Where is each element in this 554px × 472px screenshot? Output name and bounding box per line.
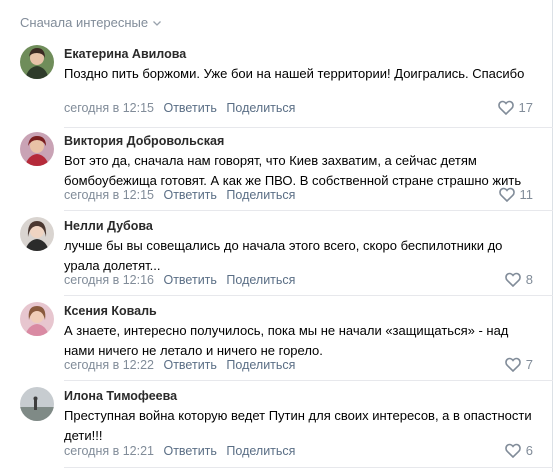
reply-button[interactable]: Ответить	[163, 188, 216, 202]
comment-meta: сегодня в 12:15 Ответить Поделиться	[64, 101, 295, 115]
sort-dropdown[interactable]: Сначала интересные	[20, 15, 162, 30]
woman-portrait-light-icon	[20, 217, 54, 251]
comment-meta: сегодня в 12:22 Ответить Поделиться	[64, 358, 295, 372]
share-button[interactable]: Поделиться	[226, 188, 295, 202]
separator	[64, 467, 553, 468]
comment-text: А знаете, интересно получилось, пока мы …	[64, 323, 509, 358]
avatar[interactable]	[20, 302, 54, 336]
comment-item: Илона Тимофеева Преступная война которую…	[0, 387, 553, 472]
comment-author[interactable]: Ксения Коваль	[64, 304, 157, 318]
reply-button[interactable]: Ответить	[163, 273, 216, 287]
comment-author[interactable]: Илона Тимофеева	[64, 389, 177, 403]
comment-date[interactable]: сегодня в 12:16	[64, 273, 154, 287]
comment-item: Нелли Дубова лучше бы вы совещались до н…	[0, 217, 553, 297]
like-count: 8	[525, 272, 533, 287]
comment-text: Вот это да, сначала нам говорят, что Кие…	[64, 153, 522, 188]
share-button[interactable]: Поделиться	[226, 358, 295, 372]
like-button[interactable]: 6	[504, 443, 533, 458]
heart-icon	[498, 187, 515, 202]
separator	[64, 380, 553, 381]
like-button[interactable]: 17	[497, 100, 533, 115]
comment-text: лучше бы вы совещались до начала этого в…	[64, 238, 503, 273]
heart-icon	[497, 100, 514, 115]
comment-date[interactable]: сегодня в 12:15	[64, 101, 154, 115]
share-button[interactable]: Поделиться	[226, 444, 295, 458]
landscape-photo-icon	[20, 387, 54, 421]
avatar[interactable]	[20, 387, 54, 421]
heart-icon	[504, 357, 521, 372]
comment-meta: сегодня в 12:21 Ответить Поделиться	[64, 444, 295, 458]
woman-portrait-green-icon	[20, 45, 54, 79]
like-count: 7	[525, 357, 533, 372]
comment-text: Преступная война которую ведет Путин для…	[64, 408, 532, 443]
sort-label: Сначала интересные	[20, 15, 149, 30]
comment-author[interactable]: Нелли Дубова	[64, 219, 153, 233]
share-button[interactable]: Поделиться	[226, 101, 295, 115]
comment-author[interactable]: Екатерина Авилова	[64, 47, 186, 61]
separator	[64, 210, 553, 211]
like-button[interactable]: 7	[504, 357, 533, 372]
comment-meta: сегодня в 12:15 Ответить Поделиться	[64, 188, 295, 202]
comment-date[interactable]: сегодня в 12:22	[64, 358, 154, 372]
like-count: 17	[518, 100, 533, 115]
avatar[interactable]	[20, 217, 54, 251]
reply-button[interactable]: Ответить	[163, 101, 216, 115]
comment-meta: сегодня в 12:16 Ответить Поделиться	[64, 273, 295, 287]
like-button[interactable]: 11	[498, 187, 534, 202]
comment-date[interactable]: сегодня в 12:15	[64, 188, 154, 202]
comment-date[interactable]: сегодня в 12:21	[64, 444, 154, 458]
like-button[interactable]: 8	[504, 272, 533, 287]
like-count: 6	[525, 443, 533, 458]
like-count: 11	[519, 187, 534, 202]
comment-author[interactable]: Виктория Добровольская	[64, 134, 224, 148]
chevron-down-icon	[153, 20, 162, 26]
separator	[64, 127, 553, 128]
avatar[interactable]	[20, 45, 54, 79]
comments-panel: Сначала интересные Екатерина Авилова Поз…	[0, 0, 553, 472]
comment-item: Ксения Коваль А знаете, интересно получи…	[0, 302, 553, 382]
separator	[64, 295, 553, 296]
comment-text: Поздно пить боржоми. Уже бои на нашей те…	[64, 66, 525, 81]
avatar[interactable]	[20, 132, 54, 166]
share-button[interactable]: Поделиться	[226, 273, 295, 287]
comment-item: Виктория Добровольская Вот это да, снача…	[0, 132, 553, 212]
reply-button[interactable]: Ответить	[163, 444, 216, 458]
reply-button[interactable]: Ответить	[163, 358, 216, 372]
heart-icon	[504, 443, 521, 458]
woman-portrait-red-icon	[20, 132, 54, 166]
woman-portrait-pink-icon	[20, 302, 54, 336]
heart-icon	[504, 272, 521, 287]
comment-item: Екатерина Авилова Поздно пить боржоми. У…	[0, 45, 553, 128]
